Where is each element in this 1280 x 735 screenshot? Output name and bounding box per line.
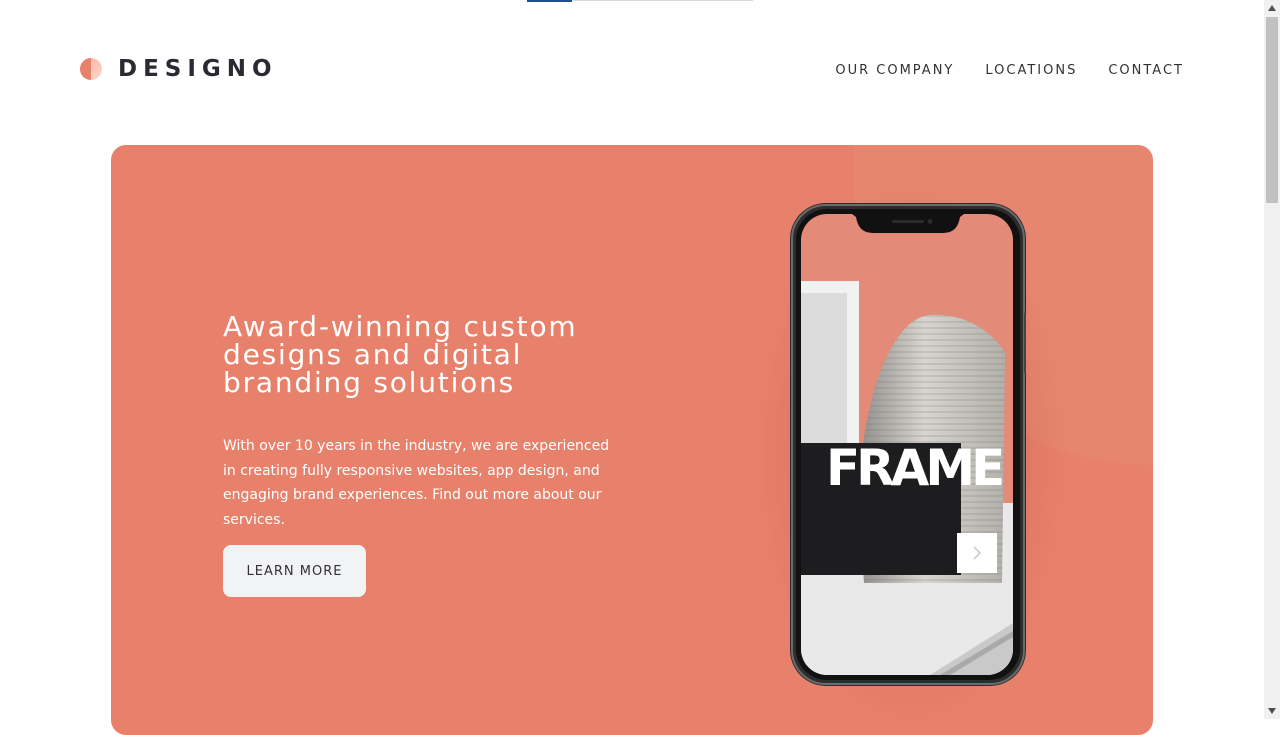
- learn-more-button[interactable]: LEARN MORE: [223, 545, 366, 597]
- nav-link-contact[interactable]: CONTACT: [1108, 63, 1184, 78]
- main-nav: OUR COMPANY LOCATIONS CONTACT: [835, 63, 1184, 78]
- logo[interactable]: DESIGNO: [80, 56, 278, 82]
- triangle-down-icon: [1268, 708, 1276, 714]
- chevron-right-icon: [973, 546, 982, 560]
- scroll-down-button[interactable]: [1264, 703, 1280, 719]
- logo-text: DESIGNO: [118, 56, 278, 82]
- hero-description: With over 10 years in the industry, we a…: [223, 438, 610, 528]
- site-header: DESIGNO OUR COMPANY LOCATIONS CONTACT: [80, 56, 1184, 84]
- hero-section: Award-winning custom designs and digital…: [111, 145, 1153, 735]
- nav-link-locations[interactable]: LOCATIONS: [985, 63, 1077, 78]
- phone-screen-frame-text: FRAME: [826, 440, 1005, 496]
- hero-title: Award-winning custom designs and digital…: [223, 310, 578, 399]
- top-progress-indicator-active: [527, 0, 572, 2]
- top-progress-indicator: [527, 0, 753, 2]
- phone-mockup: FRAME: [790, 203, 1026, 686]
- vertical-scrollbar[interactable]: [1264, 0, 1280, 719]
- scroll-up-button[interactable]: [1264, 0, 1280, 16]
- triangle-up-icon: [1268, 5, 1276, 11]
- logo-mark-icon: [80, 58, 102, 80]
- nav-link-our-company[interactable]: OUR COMPANY: [835, 63, 954, 78]
- scrollbar-thumb[interactable]: [1266, 17, 1278, 203]
- slide-next-button[interactable]: [957, 533, 997, 573]
